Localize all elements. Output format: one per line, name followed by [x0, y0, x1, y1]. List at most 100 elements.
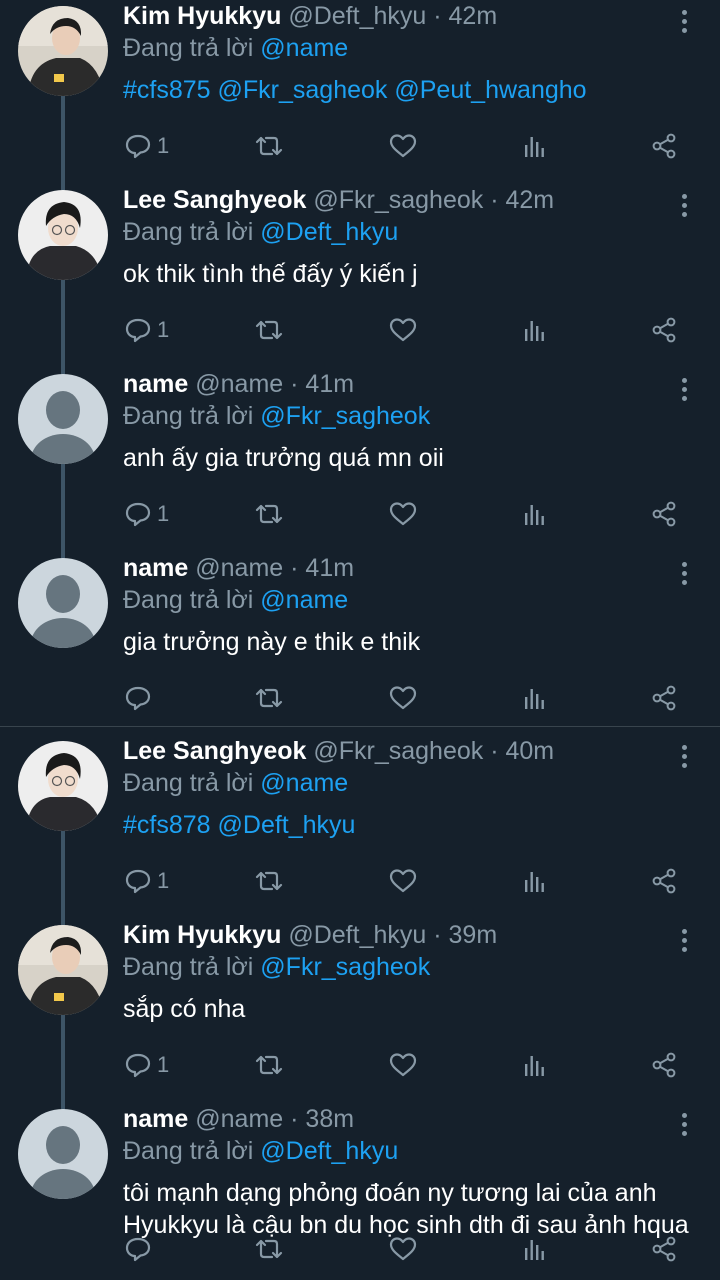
- avatar[interactable]: [18, 374, 108, 464]
- timestamp[interactable]: · 42m: [433, 2, 497, 30]
- retweet-button[interactable]: [253, 494, 285, 534]
- author-handle[interactable]: @name: [195, 370, 283, 398]
- tweet[interactable]: Lee Sanghyeok @Fkr_sagheok · 40m Đang trả…: [0, 735, 720, 919]
- timestamp[interactable]: · 38m: [290, 1105, 354, 1133]
- retweet-button[interactable]: [253, 310, 285, 350]
- reply-icon: [123, 499, 153, 529]
- reply-button[interactable]: 1: [123, 1045, 169, 1085]
- author-handle[interactable]: @Deft_hkyu: [288, 2, 426, 30]
- reply-icon: [123, 1050, 153, 1080]
- retweet-button[interactable]: [253, 126, 285, 166]
- retweet-button[interactable]: [253, 1229, 285, 1269]
- tweet-link[interactable]: @Fkr_sagheok: [218, 76, 388, 104]
- author-handle[interactable]: @name: [195, 554, 283, 582]
- tweet[interactable]: Lee Sanghyeok @Fkr_sagheok · 42m Đang trả…: [0, 184, 720, 368]
- tweet-link[interactable]: @Deft_hkyu: [218, 811, 356, 839]
- replying-to-label: Đang trả lời: [123, 402, 254, 430]
- author-name[interactable]: name: [123, 370, 188, 398]
- reply-button[interactable]: 1: [123, 310, 169, 350]
- replying-to-label: Đang trả lời: [123, 34, 254, 62]
- share-button[interactable]: [649, 1229, 679, 1269]
- share-button[interactable]: [649, 861, 679, 901]
- author-name[interactable]: Lee Sanghyeok: [123, 737, 306, 765]
- reply-button[interactable]: [123, 1229, 157, 1269]
- author-name[interactable]: Kim Hyukkyu: [123, 921, 281, 949]
- analytics-icon: [519, 131, 549, 161]
- replying-to: Đang trả lời @Fkr_sagheok: [123, 400, 700, 432]
- author-name[interactable]: name: [123, 1105, 188, 1133]
- reply-button[interactable]: 1: [123, 494, 169, 534]
- heart-icon: [388, 1234, 418, 1264]
- more-options-icon[interactable]: [674, 1113, 694, 1139]
- author-name[interactable]: Lee Sanghyeok: [123, 186, 306, 214]
- avatar[interactable]: [18, 190, 108, 280]
- tweet[interactable]: name @name · 41m Đang trả lời @Fkr_sagheo…: [0, 368, 720, 552]
- analytics-button[interactable]: [519, 1045, 549, 1085]
- more-options-icon[interactable]: [674, 378, 694, 404]
- replying-to-mention[interactable]: @name: [260, 34, 348, 62]
- replying-to-mention[interactable]: @Deft_hkyu: [260, 1137, 398, 1165]
- like-button[interactable]: [388, 310, 418, 350]
- tweet[interactable]: name @name · 41m Đang trả lời @name gia tr…: [0, 552, 720, 736]
- like-button[interactable]: [388, 494, 418, 534]
- author-handle[interactable]: @Fkr_sagheok: [313, 186, 483, 214]
- analytics-button[interactable]: [519, 310, 549, 350]
- tweet-link[interactable]: @Peut_hwangho: [394, 76, 586, 104]
- timestamp[interactable]: · 42m: [490, 186, 554, 214]
- retweet-button[interactable]: [253, 678, 285, 718]
- author-handle[interactable]: @Fkr_sagheok: [313, 737, 483, 765]
- analytics-button[interactable]: [519, 861, 549, 901]
- more-options-icon[interactable]: [674, 745, 694, 771]
- tweet-link[interactable]: #cfs875: [123, 76, 211, 104]
- like-button[interactable]: [388, 126, 418, 166]
- retweet-button[interactable]: [253, 861, 285, 901]
- more-options-icon[interactable]: [674, 10, 694, 36]
- like-button[interactable]: [388, 1229, 418, 1269]
- analytics-button[interactable]: [519, 678, 549, 718]
- replying-to-mention[interactable]: @Deft_hkyu: [260, 218, 398, 246]
- more-options-icon[interactable]: [674, 194, 694, 220]
- analytics-icon: [519, 315, 549, 345]
- replying-to-mention[interactable]: @name: [260, 769, 348, 797]
- share-button[interactable]: [649, 126, 679, 166]
- avatar[interactable]: [18, 1109, 108, 1199]
- replying-to-mention[interactable]: @name: [260, 586, 348, 614]
- replying-to-mention[interactable]: @Fkr_sagheok: [260, 953, 430, 981]
- timestamp[interactable]: · 39m: [433, 921, 497, 949]
- share-button[interactable]: [649, 1045, 679, 1085]
- share-button[interactable]: [649, 494, 679, 534]
- tweet-link[interactable]: #cfs878: [123, 811, 211, 839]
- more-options-icon[interactable]: [674, 562, 694, 588]
- author-handle[interactable]: @Deft_hkyu: [288, 921, 426, 949]
- analytics-button[interactable]: [519, 1229, 549, 1269]
- like-button[interactable]: [388, 861, 418, 901]
- tweet[interactable]: Kim Hyukkyu @Deft_hkyu · 39m Đang trả lời…: [0, 919, 720, 1103]
- analytics-button[interactable]: [519, 494, 549, 534]
- avatar[interactable]: [18, 741, 108, 831]
- replying-to-mention[interactable]: @Fkr_sagheok: [260, 402, 430, 430]
- like-button[interactable]: [388, 1045, 418, 1085]
- analytics-button[interactable]: [519, 126, 549, 166]
- author-name[interactable]: name: [123, 554, 188, 582]
- author-handle[interactable]: @name: [195, 1105, 283, 1133]
- tweet[interactable]: name @name · 38m Đang trả lời @Deft_hkyu t…: [0, 1103, 720, 1280]
- timestamp[interactable]: · 41m: [290, 370, 354, 398]
- avatar[interactable]: [18, 925, 108, 1015]
- reply-button[interactable]: 1: [123, 126, 169, 166]
- tweet[interactable]: Kim Hyukkyu @Deft_hkyu · 42m Đang trả lời…: [0, 0, 720, 184]
- timestamp[interactable]: · 41m: [290, 554, 354, 582]
- timestamp[interactable]: · 40m: [490, 737, 554, 765]
- like-button[interactable]: [388, 678, 418, 718]
- reply-button[interactable]: 1: [123, 861, 169, 901]
- share-button[interactable]: [649, 678, 679, 718]
- avatar[interactable]: [18, 6, 108, 96]
- retweet-icon: [253, 866, 285, 896]
- tweet-text-segment: sắp có nha: [123, 995, 246, 1023]
- more-options-icon[interactable]: [674, 929, 694, 955]
- author-name[interactable]: Kim Hyukkyu: [123, 2, 281, 30]
- share-button[interactable]: [649, 310, 679, 350]
- retweet-button[interactable]: [253, 1045, 285, 1085]
- avatar[interactable]: [18, 558, 108, 648]
- reply-button[interactable]: [123, 678, 157, 718]
- reply-count: 1: [157, 133, 170, 158]
